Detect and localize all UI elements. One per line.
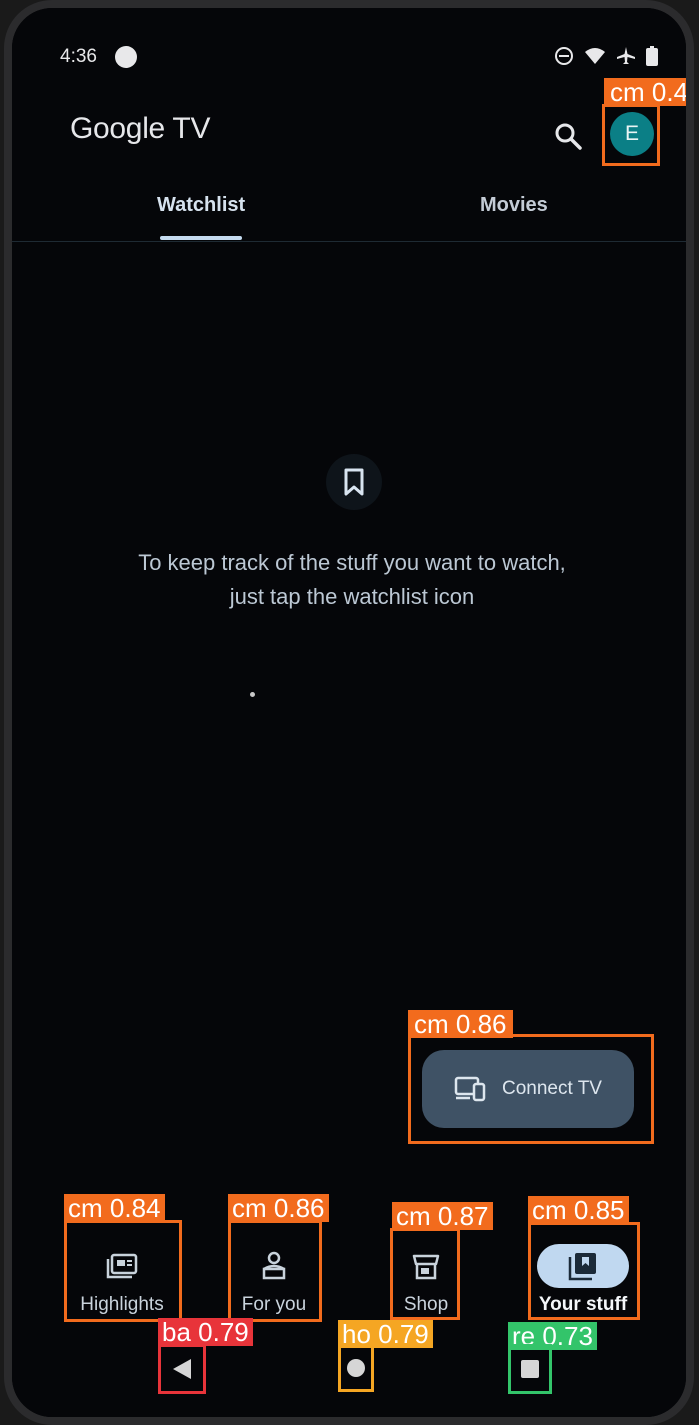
status-icons [554,46,658,66]
highlights-icon [106,1248,138,1284]
system-recents-button[interactable] [508,1344,552,1394]
recents-square-icon [521,1360,539,1378]
media-status-icon [115,46,137,68]
nav-highlights-label: Highlights [80,1294,164,1315]
empty-state-line-1: To keep track of the stuff you want to w… [138,550,566,575]
for-you-icon [261,1248,287,1284]
connect-tv-button[interactable]: Connect TV [422,1050,634,1128]
tab-watchlist[interactable]: Watchlist [157,194,245,217]
tab-bar: Watchlist Movies [12,188,686,242]
cast-devices-icon [454,1076,486,1102]
nav-your-stuff[interactable]: Your stuff [528,1228,638,1316]
watchlist-bookmark [326,454,382,510]
phone-frame: 4:36 Google TV E cm 0.4 Watchlist Movies [4,0,694,1425]
status-time: 4:36 [60,46,97,67]
your-stuff-icon [537,1244,629,1288]
wifi-icon [585,48,605,64]
search-icon [555,123,582,150]
tab-indicator [160,236,242,240]
airplane-icon [617,47,635,64]
shop-icon [412,1248,440,1284]
tab-movies[interactable]: Movies [480,194,548,217]
avatar-detection-box [602,104,660,166]
nav-for-you-label: For you [241,1294,307,1315]
battery-icon [646,46,658,66]
nav-highlights[interactable]: Highlights [64,1228,180,1316]
nav-shop[interactable]: Shop [392,1228,460,1316]
search-button[interactable] [548,116,588,156]
app-title: Google TV [70,112,211,145]
back-triangle-icon [173,1359,191,1379]
nav-for-you[interactable]: For you [228,1228,320,1316]
bookmark-icon [344,468,364,496]
empty-state-message: To keep track of the stuff you want to w… [82,546,622,614]
for-you-detection-label: cm 0.86 [228,1194,329,1222]
system-back-button[interactable] [158,1344,206,1394]
back-detection-label: ba 0.79 [158,1318,253,1346]
empty-state-line-2: just tap the watchlist icon [229,584,475,609]
your-stuff-detection-label: cm 0.85 [528,1196,629,1224]
highlights-detection-label: cm 0.84 [64,1194,165,1222]
connect-tv-label: Connect TV [502,1078,602,1099]
nav-shop-label: Shop [403,1294,449,1315]
screen: 4:36 Google TV E cm 0.4 Watchlist Movies [12,8,686,1417]
nav-your-stuff-label: Your stuff [538,1294,628,1315]
system-home-button[interactable] [338,1344,374,1392]
do-not-disturb-icon [555,47,573,65]
avatar-detection-label: cm 0.4 [604,78,686,106]
shop-detection-label: cm 0.87 [392,1202,493,1230]
home-circle-icon [347,1359,365,1377]
loading-dot [250,692,255,697]
